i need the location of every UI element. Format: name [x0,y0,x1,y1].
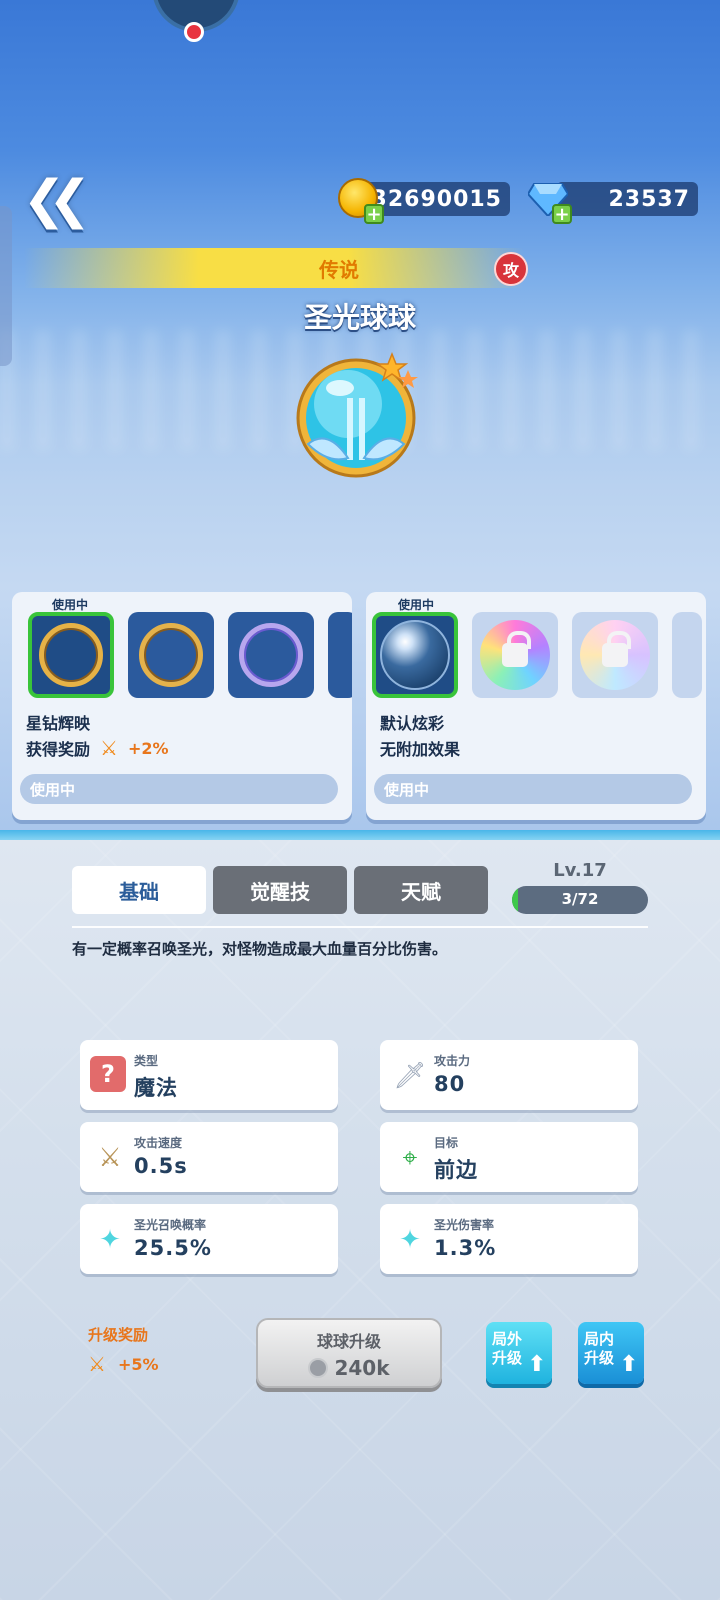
question-icon: ? [90,1056,126,1092]
sword-icon: 🗡 [393,1061,427,1091]
in-use-tag: 使用中 [52,598,89,612]
divider [72,926,648,928]
upgrade-button-label: 球球升级 [316,1332,381,1351]
gem-balance: 23537 [556,182,698,216]
double-chevron-left-icon: ❮❮ [22,170,91,230]
holy-light-ball-image [296,351,418,478]
add-gems-button[interactable]: + [552,204,572,224]
tab-talent[interactable]: 天赋 [354,866,488,914]
upgrade-cost-value: 240k [334,1356,390,1380]
sparkle-orb-icon [580,620,650,690]
stat-label: 圣光伤害率 [434,1218,495,1232]
purple-frame-icon [239,623,303,687]
stat-target: ⌖ 目标 前边 [380,1122,638,1192]
level-progress-text: 3/72 [561,890,599,908]
reward-value: +2% [127,738,169,758]
stat-value: 魔法 [134,1076,178,1100]
gold-frame-icon [139,623,203,687]
effect-description: 无附加效果 [380,740,461,759]
effect-use-button[interactable]: 使用中 [374,774,692,804]
stat-holy-light-damage: ✦ 圣光伤害率 1.3% [380,1204,638,1274]
up-arrow-icon: ⬆ [527,1352,546,1377]
stat-value: 0.5s [134,1154,188,1178]
outside-upgrade-line1: 局外 [492,1330,523,1348]
rarity-label: 传说 [319,257,359,282]
ball-title: 圣光球球 [303,301,416,334]
level-progress-bar: 3/72 [512,886,648,914]
damage-bonus-icon: ⚔ [100,736,118,760]
stat-value: 25.5% [134,1236,212,1260]
stat-value: 前边 [434,1158,478,1182]
bubble-icon [380,620,450,690]
upgrade-reward-row: ⚔ +5% [88,1352,159,1376]
holy-light-icon: ✦ [99,1225,121,1255]
reward-label: 获得奖励 [26,740,91,759]
stat-label: 类型 [134,1054,159,1068]
upgrade-reward-title: 升级奖励 [88,1326,149,1344]
back-button[interactable]: ❮❮ [16,170,91,230]
effect-skin-panel: 使用中 默认炫彩 无附加效果 使用中 [366,592,706,820]
in-use-tag: 使用中 [398,598,435,612]
tab-basic[interactable]: 基础 [72,866,206,914]
stat-label: 目标 [434,1136,459,1150]
stat-value: 1.3% [434,1236,497,1260]
stat-attack-speed: ⚔ 攻击速度 0.5s [80,1122,338,1192]
stat-holy-light-chance: ✦ 圣光召唤概率 25.5% [80,1204,338,1274]
effect-skin-default[interactable] [372,612,458,698]
outside-upgrade-button[interactable]: 局外 升级 ⬆ [486,1322,552,1384]
upgrade-cost: 240k [258,1356,440,1380]
upgrade-reward-value: +5% [117,1354,159,1374]
tab-awakening-skill[interactable]: 觉醒技 [213,866,347,914]
effect-skin-next[interactable] [672,612,702,698]
holy-light-damage-icon: ✦ [399,1225,421,1255]
up-arrow-icon: ⬆ [619,1352,638,1377]
stat-value: 80 [434,1072,466,1096]
frame-use-button[interactable]: 使用中 [20,774,338,804]
frame-skin-panel: 使用中 星钻辉映 获得奖励 ⚔ +2% 使用中 [12,592,352,820]
inside-upgrade-line1: 局内 [584,1330,615,1348]
effect-skin-rainbow-locked[interactable] [472,612,558,698]
frame-skin-purple[interactable] [228,612,314,698]
gold-balance: 32690015 [364,182,510,216]
attack-type-badge: 攻 [494,252,528,286]
stat-label: 攻击速度 [134,1136,183,1150]
rainbow-orb-icon [480,620,550,690]
inside-upgrade-button[interactable]: 局内 升级 ⬆ [578,1322,644,1384]
effect-skin-sparkle-locked[interactable] [572,612,658,698]
frame-skin-gold[interactable] [128,612,214,698]
selected-frame-name: 星钻辉映 [26,714,91,733]
level-label: Lv.17 [553,860,607,881]
damage-bonus-icon: ⚔ [88,1352,106,1376]
crossed-swords-icon: ⚔ [98,1143,122,1173]
side-drawer-handle[interactable] [0,206,12,366]
stat-type: ? 类型 魔法 [80,1040,338,1110]
blue-star-frame-icon [39,623,103,687]
stat-attack: 🗡 攻击力 80 [380,1040,638,1110]
target-icon: ⌖ [402,1142,418,1173]
notification-dot [184,22,204,42]
lock-icon [602,631,631,667]
silver-coin-icon [308,1358,329,1378]
skill-description: 有一定概率召唤圣光，对怪物造成最大血量百分比伤害。 [72,940,448,958]
ball-upgrade-button[interactable]: 球球升级 240k [256,1318,442,1388]
lock-icon [502,631,531,667]
stat-label: 攻击力 [434,1054,471,1068]
frame-skin-next[interactable] [328,612,352,698]
add-gold-button[interactable]: + [364,204,384,224]
frame-reward-row: 获得奖励 ⚔ +2% [26,736,169,760]
frame-skin-star-diamond[interactable] [28,612,114,698]
stat-label: 圣光召唤概率 [134,1218,207,1232]
rarity-banner: 传说 [24,248,524,288]
selected-effect-name: 默认炫彩 [380,714,445,733]
